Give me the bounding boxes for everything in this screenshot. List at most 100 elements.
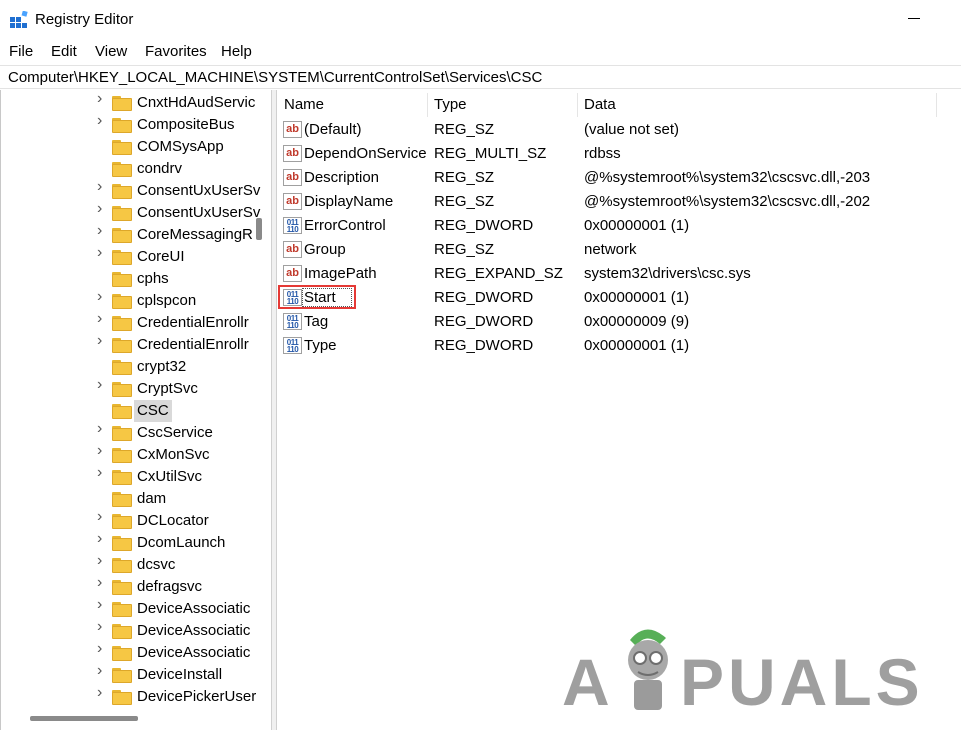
tree-item[interactable]: COMSysApp (0, 136, 252, 158)
tree-item[interactable]: › DevicePickerUser (0, 685, 256, 708)
menu-help[interactable]: Help (221, 43, 252, 60)
key-tree-pane[interactable]: › CnxtHdAudServic › CompositeBus COMSysApp co… (0, 90, 271, 730)
tree-item[interactable]: › DeviceInstall (0, 663, 252, 686)
tree-item[interactable]: › CredentialEnrollr (0, 311, 252, 334)
menu-favorites[interactable]: Favorites (145, 43, 207, 60)
value-name: ErrorControl (304, 217, 386, 234)
folder-icon (112, 646, 132, 661)
folder-icon (112, 118, 132, 133)
value-type: REG_SZ (434, 241, 495, 258)
tree-vertical-scrollbar[interactable] (256, 218, 262, 240)
tree-horizontal-scrollbar[interactable] (30, 716, 138, 721)
value-type: REG_EXPAND_SZ (434, 265, 563, 282)
chevron-right-icon[interactable]: › (97, 333, 107, 349)
value-row[interactable]: 011 110 Tag REG_DWORD 0x00000009 (9) (277, 310, 961, 334)
tree-item[interactable]: › ConsentUxUserSv (0, 201, 260, 224)
address-bar[interactable]: Computer\HKEY_LOCAL_MACHINE\SYSTEM\Curre… (0, 65, 961, 89)
value-row[interactable]: ab DisplayName REG_SZ @%systemroot%\system3… (277, 190, 961, 214)
string-value-icon: ab (283, 169, 302, 186)
tree-item[interactable]: › CxMonSvc (0, 443, 252, 466)
tree-item[interactable]: › DeviceAssociatic (0, 597, 252, 620)
value-row[interactable]: ab Description REG_SZ @%systemroot%\system3… (277, 166, 961, 190)
registry-editor-icon (10, 11, 28, 28)
chevron-right-icon[interactable]: › (97, 641, 107, 657)
address-path[interactable]: Computer\HKEY_LOCAL_MACHINE\SYSTEM\Curre… (8, 69, 542, 86)
tree-item[interactable]: › CnxtHdAudServic (0, 91, 255, 114)
chevron-right-icon[interactable]: › (97, 179, 107, 195)
column-header-data[interactable]: Data (577, 93, 937, 117)
chevron-right-icon[interactable]: › (97, 597, 107, 613)
tree-item-label: DeviceInstall (137, 666, 223, 683)
tree-item[interactable]: › CoreUI (0, 245, 252, 268)
tree-item[interactable]: › DeviceAssociatic (0, 619, 252, 642)
value-row[interactable]: 011 110 Start REG_DWORD 0x00000001 (1) (277, 286, 961, 310)
tree-item[interactable]: condrv (0, 158, 252, 180)
tree-item[interactable]: › DCLocator (0, 509, 252, 532)
tree-item[interactable]: crypt32 (0, 356, 252, 378)
tree-item-label: CnxtHdAudServic (137, 94, 256, 111)
folder-icon (112, 162, 132, 177)
tree-item[interactable]: › defragsvc (0, 575, 252, 598)
tree-item[interactable]: › CompositeBus (0, 113, 252, 136)
value-row[interactable]: 011 110 ErrorControl REG_DWORD 0x00000001 (1… (277, 214, 961, 238)
value-type: REG_SZ (434, 169, 495, 186)
chevron-right-icon[interactable]: › (97, 421, 107, 437)
value-row[interactable]: 011 110 Type REG_DWORD 0x00000001 (1) (277, 334, 961, 358)
menu-file[interactable]: File (9, 43, 33, 60)
value-row[interactable]: ab (Default) REG_SZ (value not set) (277, 118, 961, 142)
chevron-right-icon[interactable]: › (97, 311, 107, 327)
folder-icon (112, 140, 132, 155)
chevron-right-icon[interactable]: › (97, 685, 107, 701)
tree-item[interactable]: cphs (0, 268, 252, 290)
chevron-right-icon[interactable]: › (97, 509, 107, 525)
folder-icon (112, 404, 132, 419)
tree-item[interactable]: › CscService (0, 421, 252, 444)
tree-item[interactable]: › dcsvc (0, 553, 252, 576)
minimize-button[interactable] (908, 18, 920, 19)
column-header-name[interactable]: Name (277, 93, 428, 117)
tree-item-label: CompositeBus (137, 116, 235, 133)
value-data: @%systemroot%\system32\cscsvc.dll,-202 (584, 193, 871, 210)
tree-item[interactable]: CSC (0, 400, 252, 422)
chevron-right-icon[interactable]: › (97, 465, 107, 481)
menu-edit[interactable]: Edit (51, 43, 77, 60)
chevron-right-icon[interactable]: › (97, 91, 107, 107)
value-data: 0x00000001 (1) (584, 289, 690, 306)
value-data: (value not set) (584, 121, 680, 138)
tree-item[interactable]: › DcomLaunch (0, 531, 252, 554)
chevron-right-icon[interactable]: › (97, 553, 107, 569)
menu-view[interactable]: View (95, 43, 127, 60)
chevron-right-icon[interactable]: › (97, 531, 107, 547)
value-type: REG_SZ (434, 121, 495, 138)
chevron-right-icon[interactable]: › (97, 377, 107, 393)
chevron-right-icon[interactable]: › (97, 443, 107, 459)
value-row[interactable]: ab DependOnService REG_MULTI_SZ rdbss (277, 142, 961, 166)
chevron-right-icon[interactable]: › (97, 575, 107, 591)
value-row[interactable]: ab ImagePath REG_EXPAND_SZ system32\drivers… (277, 262, 961, 286)
value-type: REG_DWORD (434, 337, 534, 354)
folder-icon (112, 448, 132, 463)
column-header-type[interactable]: Type (427, 93, 578, 117)
value-row[interactable]: ab Group REG_SZ network (277, 238, 961, 262)
tree-item[interactable]: › CoreMessagingR (0, 223, 253, 246)
chevron-right-icon[interactable]: › (97, 245, 107, 261)
tree-item-label: ConsentUxUserSv (137, 204, 261, 221)
folder-icon (112, 272, 132, 287)
tree-item-label: CscService (137, 424, 213, 441)
tree-item[interactable]: › CxUtilSvc (0, 465, 252, 488)
tree-item[interactable]: dam (0, 488, 252, 510)
tree-item[interactable]: › cplspcon (0, 289, 252, 312)
string-value-icon: ab (283, 121, 302, 138)
folder-icon (112, 250, 132, 265)
chevron-right-icon[interactable]: › (97, 289, 107, 305)
chevron-right-icon[interactable]: › (97, 201, 107, 217)
chevron-right-icon[interactable]: › (97, 663, 107, 679)
chevron-right-icon[interactable]: › (97, 619, 107, 635)
chevron-right-icon[interactable]: › (97, 223, 107, 239)
chevron-right-icon[interactable]: › (97, 113, 107, 129)
tree-item[interactable]: › ConsentUxUserSv (0, 179, 260, 202)
tree-item[interactable]: › CryptSvc (0, 377, 252, 400)
tree-item[interactable]: › DeviceAssociatic (0, 641, 252, 664)
tree-border (0, 90, 1, 730)
tree-item[interactable]: › CredentialEnrollr (0, 333, 252, 356)
